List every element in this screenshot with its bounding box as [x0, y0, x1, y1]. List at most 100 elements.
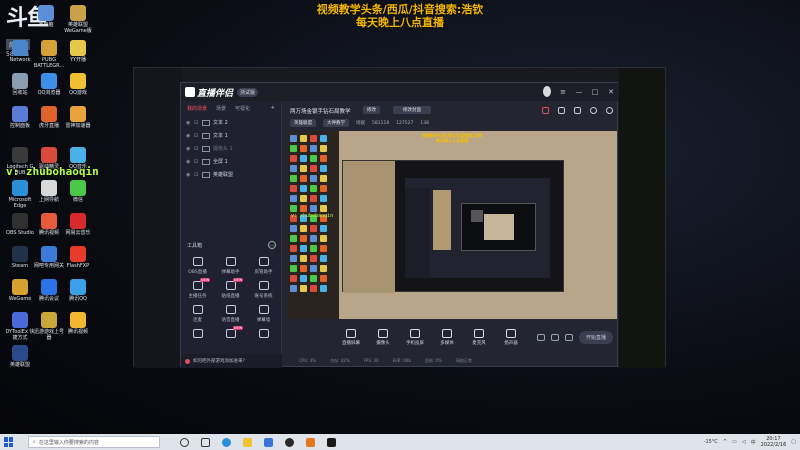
calendar-icon[interactable] [558, 107, 565, 114]
edit-title-button[interactable]: 修改 [363, 106, 380, 114]
avatar[interactable] [543, 86, 551, 97]
maximize-icon[interactable]: □ [591, 88, 599, 96]
live-companion-window[interactable]: 直播伴侣 测试版 ≡ — □ ✕ 我的场景 场景 可视化 + ◉ ⊡ 文本 2 ◉ ⊡ 文… [180, 82, 619, 368]
lock-icon[interactable]: ⊡ [194, 159, 202, 165]
weather-text[interactable]: -15°C [704, 439, 718, 445]
control-button[interactable]: 扬声器 [499, 328, 523, 346]
close-icon[interactable]: ✕ [607, 88, 615, 96]
control-button[interactable]: 手机投屏 [403, 328, 427, 346]
tool-item[interactable]: 账号系统 [247, 281, 280, 299]
version-badge[interactable]: 测试版 [237, 87, 259, 97]
tool-item[interactable]: 贴纸直播 NEW [214, 278, 247, 299]
desktop-icon[interactable]: QQ游戏 [62, 73, 94, 96]
add-scene-icon[interactable]: + [271, 105, 275, 112]
record-icon[interactable] [536, 334, 545, 341]
control-button[interactable]: 直播屏幕 [339, 328, 363, 346]
volume-icon[interactable]: ◁ [742, 439, 746, 445]
desktop-icon[interactable]: 网易云音乐 [62, 213, 94, 236]
gift-icon[interactable] [542, 107, 549, 114]
visibility-icon[interactable]: ◉ [186, 146, 194, 152]
stream-preview[interactable]: v: zhubohaoqin 视频教学头条/西瓜/抖音搜索:浩钦 每天晚上八点直… [287, 131, 617, 319]
help-notice[interactable]: 如何把外部游戏添加进来? [181, 354, 282, 368]
source-item[interactable]: ◉ ⊡ 摄像头 1 [181, 142, 281, 155]
edge-icon[interactable] [222, 437, 231, 447]
tab-visual[interactable]: 可视化 [235, 105, 250, 112]
tool-item[interactable]: 房管助手 [247, 257, 280, 275]
source-item[interactable]: ◉ ⊡ 英雄联盟 [181, 168, 281, 181]
cortana-icon[interactable] [180, 437, 189, 447]
tool-item[interactable]: NEW [214, 326, 247, 338]
visibility-icon[interactable]: ◉ [186, 159, 194, 165]
tool-item[interactable]: 连麦 [181, 305, 214, 323]
notification-icon[interactable]: ▢ [791, 439, 796, 445]
category-chip[interactable]: 英雄联盟 [290, 119, 316, 127]
desktop-icon[interactable]: 腾讯视频 [62, 312, 94, 335]
tool-item[interactable] [181, 329, 214, 338]
tool-item[interactable]: 语音直播 [214, 305, 247, 323]
app-icon [12, 312, 28, 328]
title-bar[interactable]: 直播伴侣 测试版 ≡ — □ ✕ [181, 83, 619, 101]
tab-my-scene[interactable]: 我的场景 [187, 105, 207, 112]
bell-icon[interactable] [590, 107, 597, 114]
store-icon[interactable] [264, 437, 273, 447]
visibility-icon[interactable]: ◉ [186, 172, 194, 178]
tool-item[interactable]: 弹幕助手 [214, 257, 247, 275]
source-item[interactable]: ◉ ⊡ 全屏 1 [181, 155, 281, 168]
obs-icon[interactable] [285, 437, 294, 447]
start-live-button[interactable]: 开始直播 [578, 331, 613, 344]
tab-scene[interactable]: 场景 [216, 105, 226, 112]
desktop-icon[interactable]: 腾讯QQ [62, 279, 94, 302]
desktop-icon[interactable]: PUBG BATTLEGR... [33, 40, 65, 69]
source-type-icon [202, 132, 210, 139]
file-explorer-icon[interactable] [243, 437, 252, 447]
tool-item[interactable]: 弹幕墙 [247, 305, 280, 323]
tool-item[interactable]: OBS直播 [181, 257, 214, 275]
desktop-icon[interactable]: FlashFXP [62, 246, 94, 269]
menu-icon[interactable]: ≡ [559, 88, 567, 96]
gear-icon[interactable] [564, 334, 573, 341]
control-button[interactable]: 麦克风 [467, 328, 491, 346]
task-view-icon[interactable] [201, 437, 210, 447]
control-button[interactable]: 多媒体 [435, 328, 459, 346]
visibility-icon[interactable]: ◉ [186, 120, 194, 126]
network-icon[interactable]: ▭ [732, 439, 737, 445]
lock-icon[interactable]: ⊡ [194, 133, 202, 139]
share-icon[interactable] [606, 107, 613, 114]
desktop-icon[interactable]: 迅游游戏上号器 [33, 312, 65, 341]
input-language[interactable]: 中 [751, 439, 756, 446]
lock-icon[interactable]: ⊡ [194, 146, 202, 152]
eye-icon[interactable] [550, 334, 559, 341]
lock-icon[interactable]: ⊡ [194, 120, 202, 126]
windows-start-icon[interactable] [4, 437, 18, 447]
source-item[interactable]: ◉ ⊡ 文本 1 [181, 129, 281, 142]
settings-icon[interactable] [574, 107, 581, 114]
desktop-icon[interactable]: 此电脑 [30, 5, 62, 28]
desktop-icon[interactable]: 微信 [62, 180, 94, 203]
subcategory-chip[interactable]: 大神教学 [323, 119, 349, 127]
tool-item[interactable] [247, 329, 280, 338]
control-button[interactable]: 摄像头 [371, 328, 395, 346]
desktop-icon[interactable]: 雷神加速器 [62, 106, 94, 129]
mini-app-icon [300, 165, 307, 172]
desktop-icon[interactable]: YY开播 [62, 40, 94, 63]
tool-item[interactable]: 主播任务 NEW [181, 278, 214, 299]
minimize-icon[interactable]: — [575, 88, 583, 96]
desktop-icon[interactable]: QQ音乐 [62, 147, 94, 170]
taskbar-search[interactable]: ⌕ 在这里输入你要搜索的内容 [28, 436, 160, 448]
clock[interactable]: 20:17 2022/2/16 [761, 436, 787, 448]
source-item[interactable]: ◉ ⊡ 文本 2 [181, 116, 281, 129]
edit-cover-button[interactable]: 修改封面 [393, 106, 431, 114]
tool-icon [192, 305, 203, 314]
live-companion-icon[interactable] [306, 437, 315, 447]
lock-icon[interactable]: ⊡ [194, 172, 202, 178]
control-label: 摄像头 [376, 340, 390, 346]
chevron-up-icon[interactable]: ^ [723, 439, 727, 445]
desktop-icon[interactable]: Logitech G HUB [4, 147, 36, 176]
app-icon[interactable] [327, 437, 336, 447]
visibility-icon[interactable]: ◉ [186, 133, 194, 139]
desktop-icon[interactable]: 英雄联盟 WeGame版 [62, 5, 94, 34]
app-icon [12, 246, 28, 262]
desktop-icon[interactable]: 英雄联盟 [4, 345, 36, 368]
more-icon[interactable]: … [268, 241, 276, 249]
desktop-icon[interactable]: Microsoft Edge [4, 180, 36, 209]
